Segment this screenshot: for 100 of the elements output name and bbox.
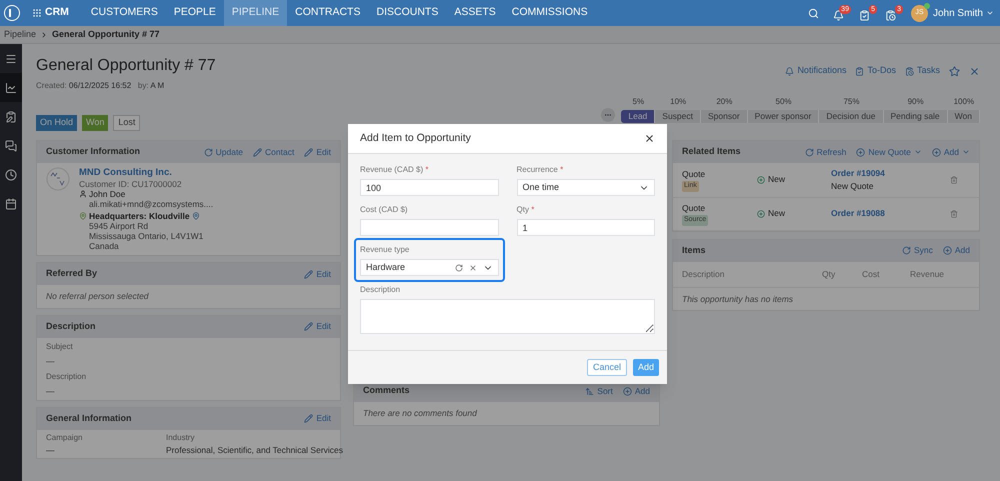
bell-icon <box>785 66 794 76</box>
pencil-icon <box>253 148 262 156</box>
item-status: New <box>768 207 786 220</box>
field-label: Revenue type <box>360 244 410 256</box>
nav-tab[interactable]: ASSETS <box>446 0 504 26</box>
card-action-link[interactable]: Add <box>622 384 650 398</box>
menu-icon[interactable] <box>5 52 17 64</box>
sort-icon <box>585 386 594 396</box>
chart-icon[interactable] <box>5 82 17 94</box>
star-icon[interactable] <box>949 66 960 76</box>
text-field[interactable]: 100 <box>360 179 498 196</box>
breadcrumb-item: General Opportunity # 77 <box>52 28 160 41</box>
card-action-link[interactable]: Refresh <box>804 146 846 158</box>
card-title: Referred By <box>46 267 98 280</box>
refresh-icon[interactable] <box>454 264 462 272</box>
caret-icon <box>986 9 994 17</box>
card-action-link[interactable]: Edit <box>304 412 331 426</box>
refresh-icon <box>902 246 911 256</box>
combo-field[interactable]: Hardware <box>360 259 498 276</box>
card-action-link[interactable]: Contact <box>253 146 294 158</box>
address-line: 5945 Airport Rd <box>88 221 150 231</box>
chat-icon[interactable] <box>5 140 17 152</box>
company-link[interactable]: MND Consulting Inc. <box>79 167 214 179</box>
nav-tab[interactable]: PIPELINE <box>224 0 288 26</box>
field-value: — <box>46 386 56 396</box>
app-menu-button[interactable]: CRM <box>32 5 69 21</box>
nav-tab[interactable]: CUSTOMERS <box>82 0 166 26</box>
card-action-link[interactable]: Sort <box>585 384 613 398</box>
dialog-title: Add Item to Opportunity <box>360 130 471 146</box>
card-action-link[interactable]: Add <box>942 244 970 258</box>
pencil-icon <box>304 322 314 332</box>
created-info: Created: 06/12/2025 16:52 by: A M <box>36 80 166 92</box>
map-pin-icon[interactable] <box>192 212 200 220</box>
header-action-link[interactable]: Tasks <box>904 64 940 78</box>
clipboard-clock-icon <box>904 66 914 76</box>
logo-icon[interactable] <box>4 5 20 21</box>
nav-tab[interactable]: PEOPLE <box>166 0 224 26</box>
grid-icon <box>32 8 42 18</box>
card-action-link[interactable]: Edit <box>304 146 331 158</box>
pipeline-stage[interactable]: Sponsor <box>701 110 748 123</box>
card-action-link[interactable]: Edit <box>304 320 331 334</box>
status-icon <box>757 210 765 218</box>
card-action-link[interactable]: Update <box>204 146 244 158</box>
item-status: New <box>768 173 786 186</box>
header-action-link[interactable]: To-Dos <box>855 64 896 78</box>
status-button[interactable]: On Hold <box>36 115 78 131</box>
status-icon <box>757 176 765 184</box>
card-action-link[interactable]: Add <box>932 146 970 158</box>
field-value: — <box>46 444 56 455</box>
pencil-icon <box>304 414 314 424</box>
close-icon[interactable] <box>644 133 655 144</box>
pipeline-stage[interactable]: Decision due <box>819 110 884 123</box>
field-label: Qty * <box>516 204 536 216</box>
refresh-icon <box>804 148 814 156</box>
location-name: Headquarters: Kloudville <box>89 211 190 221</box>
order-link[interactable]: Order #19088 <box>831 207 950 220</box>
order-link[interactable]: Order #19094 <box>831 167 950 180</box>
person-icon <box>79 190 87 198</box>
card-title: Comments <box>363 384 410 398</box>
clipboard-clock-icon <box>884 10 896 21</box>
page-title: General Opportunity # 77 <box>36 56 216 76</box>
status-button[interactable]: Won <box>82 115 108 131</box>
pipeline-stage[interactable]: Won <box>948 110 980 123</box>
cancel-button[interactable]: Cancel <box>586 359 627 376</box>
pipeline-stage[interactable]: Power sponsor <box>748 110 820 123</box>
address-line: Mississauga Ontario, L4V1W1 <box>88 231 204 241</box>
text-field[interactable] <box>360 219 498 236</box>
address-line: Canada <box>88 241 120 251</box>
breadcrumb-item[interactable]: Pipeline <box>4 28 36 42</box>
add-button[interactable]: Add <box>632 359 659 376</box>
field-label: Description <box>360 284 402 296</box>
nav-tab[interactable]: CONTRACTS <box>287 0 368 26</box>
clipboard-icon[interactable] <box>5 110 17 122</box>
nav-tab[interactable]: DISCOUNTS <box>368 0 446 26</box>
clock-icon[interactable] <box>5 168 17 180</box>
stage-percent: 90% <box>908 96 924 108</box>
calendar-icon[interactable] <box>5 198 17 210</box>
card-title: Items <box>682 244 706 257</box>
caret-icon <box>962 148 970 156</box>
pipeline-stage[interactable]: Lead <box>621 110 656 123</box>
clipboard-check-icon <box>855 66 864 76</box>
clear-icon[interactable] <box>468 264 476 272</box>
status-button[interactable]: Lost <box>113 115 140 131</box>
nav-tab[interactable]: COMMISSIONS <box>504 0 596 26</box>
select-field[interactable]: One time <box>516 179 655 196</box>
pipeline-stage[interactable]: Pending sale <box>884 110 948 123</box>
empty-message: There are no comments found <box>362 407 478 420</box>
pipeline-stage[interactable]: Suspect <box>655 110 701 123</box>
card-action-link[interactable]: New Quote <box>856 146 922 158</box>
search-icon[interactable] <box>808 8 819 18</box>
card-action-link[interactable]: Sync <box>902 244 933 258</box>
user-menu-button[interactable]: John Smith <box>932 6 994 20</box>
contact-name: John Doe <box>89 189 126 199</box>
field-label: Revenue (CAD $) * <box>360 164 430 176</box>
text-field[interactable]: 1 <box>516 219 655 236</box>
card-action-link[interactable]: Edit <box>304 268 331 280</box>
header-action-link[interactable]: Notifications <box>785 64 846 78</box>
clipboard-check-icon <box>858 10 870 21</box>
plus-circle-icon <box>622 386 632 396</box>
empty-message: This opportunity has no items <box>681 292 794 306</box>
